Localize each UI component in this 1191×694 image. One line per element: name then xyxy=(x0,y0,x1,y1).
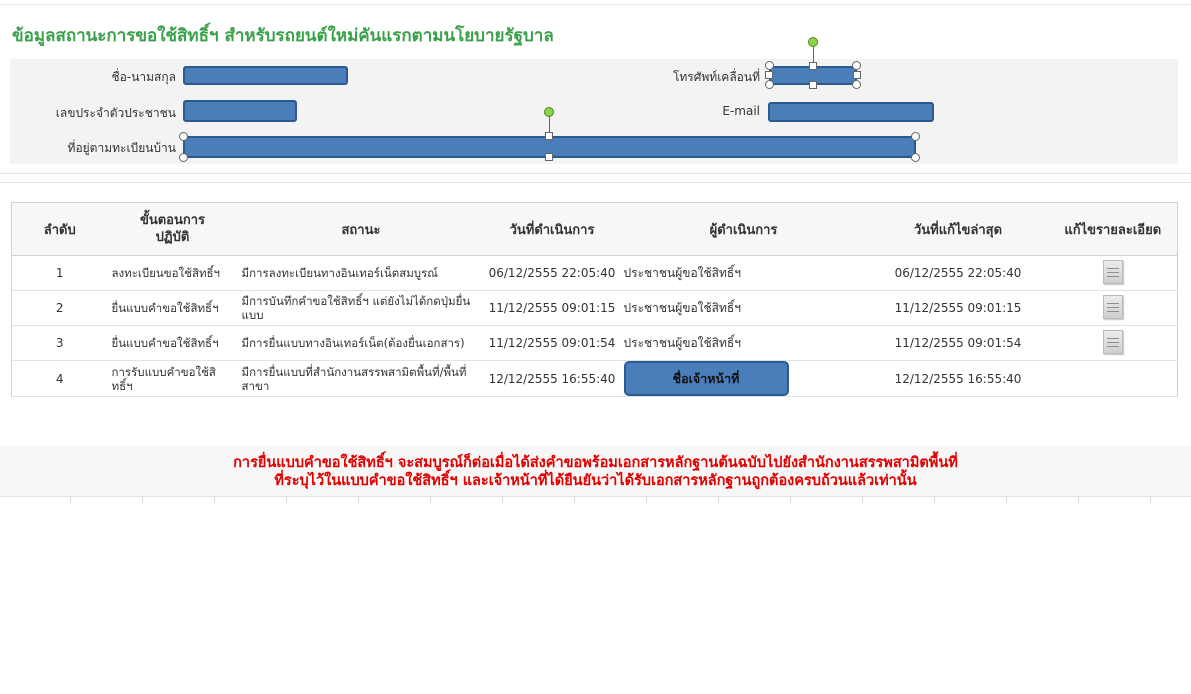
row-step: การรับแบบคำขอใช้สิทธิ์ฯ xyxy=(107,360,238,397)
row-last-edit: 11/12/2555 09:01:54 xyxy=(867,325,1049,361)
grid-line xyxy=(0,173,1191,174)
resize-handle-icon[interactable] xyxy=(852,61,861,70)
resize-handle-icon[interactable] xyxy=(765,61,774,70)
id-number-field[interactable] xyxy=(183,100,297,122)
header-step-text: ขั้นตอนการปฏิบัติ xyxy=(139,213,206,245)
grid-line xyxy=(0,496,1191,497)
header-date: วันที่ดำเนินการ xyxy=(484,202,620,256)
table-row: 2 ยื่นแบบคำขอใช้สิทธิ์ฯ มีการบันทึกคำขอใ… xyxy=(11,290,1178,326)
grid-tick xyxy=(1150,497,1151,503)
row-no: 4 xyxy=(11,360,108,397)
grid-tick xyxy=(142,497,143,503)
document-icon[interactable] xyxy=(1102,259,1123,284)
email-label: E-mail xyxy=(722,104,760,118)
grid-tick xyxy=(718,497,719,503)
grid-tick xyxy=(358,497,359,503)
header-step: ขั้นตอนการปฏิบัติ xyxy=(107,202,238,256)
row-status: มีการยื่นแบบทางอินเทอร์เน็ต(ต้องยื่นเอกส… xyxy=(237,325,485,361)
resize-handle-icon[interactable] xyxy=(179,153,188,162)
row-operator: ประชาชนผู้ขอใช้สิทธิ์ฯ xyxy=(619,290,868,326)
resize-handle-icon[interactable] xyxy=(765,80,774,89)
page-title: ข้อมูลสถานะการขอใช้สิทธิ์ฯ สำหรับรถยนต์ใ… xyxy=(12,26,554,46)
grid-tick xyxy=(646,497,647,503)
row-last-edit: 06/12/2555 22:05:40 xyxy=(867,255,1049,291)
resize-handle-icon[interactable] xyxy=(765,71,773,79)
grid-line xyxy=(0,4,1191,5)
row-date: 11/12/2555 09:01:15 xyxy=(484,290,620,326)
rotation-handle-icon[interactable] xyxy=(808,37,818,47)
header-operator: ผู้ดำเนินการ xyxy=(619,202,868,256)
grid-tick xyxy=(934,497,935,503)
rotation-handle-icon[interactable] xyxy=(544,107,554,117)
grid-tick xyxy=(502,497,503,503)
grid-tick xyxy=(790,497,791,503)
row-edit-cell xyxy=(1048,290,1178,326)
document-icon[interactable] xyxy=(1102,329,1123,354)
row-step: ยื่นแบบคำขอใช้สิทธิ์ฯ xyxy=(107,290,238,326)
header-last-edit: วันที่แก้ไขล่าสุด xyxy=(867,202,1049,256)
resize-handle-icon[interactable] xyxy=(545,153,553,161)
resize-handle-icon[interactable] xyxy=(853,71,861,79)
grid-tick xyxy=(1078,497,1079,503)
resize-handle-icon[interactable] xyxy=(852,80,861,89)
row-date: 06/12/2555 22:05:40 xyxy=(484,255,620,291)
grid-tick xyxy=(574,497,575,503)
row-no: 2 xyxy=(11,290,108,326)
table-header-row: ลำดับ ขั้นตอนการปฏิบัติ สถานะ วันที่ดำเน… xyxy=(11,202,1178,256)
officer-name-button[interactable]: ชื่อเจ้าหน้าที่ xyxy=(623,361,789,396)
row-operator-cell: ชื่อเจ้าหน้าที่ xyxy=(619,360,868,397)
header-edit-detail: แก้ไขรายละเอียด xyxy=(1048,202,1178,256)
row-operator: ประชาชนผู้ขอใช้สิทธิ์ฯ xyxy=(619,255,868,291)
row-edit-cell xyxy=(1048,325,1178,361)
grid-tick xyxy=(430,497,431,503)
table-row: 4 การรับแบบคำขอใช้สิทธิ์ฯ มีการยื่นแบบที… xyxy=(11,360,1178,397)
header-status: สถานะ xyxy=(237,202,485,256)
row-edit-cell xyxy=(1048,255,1178,291)
grid-tick xyxy=(862,497,863,503)
email-field[interactable] xyxy=(768,102,934,122)
row-status: มีการบันทึกคำขอใช้สิทธิ์ฯ แต่ยังไม่ได้กด… xyxy=(237,290,485,326)
id-number-label: เลขประจำตัวประชาชน xyxy=(55,106,176,120)
row-status: มีการยื่นแบบที่สำนักงานสรรพสามิตพื้นที่/… xyxy=(237,360,485,397)
resize-handle-icon[interactable] xyxy=(179,132,188,141)
grid-tick xyxy=(286,497,287,503)
table-row: 3 ยื่นแบบคำขอใช้สิทธิ์ฯ มีการยื่นแบบทางอ… xyxy=(11,325,1178,361)
row-last-edit: 11/12/2555 09:01:15 xyxy=(867,290,1049,326)
name-label: ชื่อ-นามสกุล xyxy=(111,70,176,84)
grid-line xyxy=(0,182,1191,183)
mobile-label: โทรศัพท์เคลื่อนที่ xyxy=(672,70,760,84)
row-step: ยื่นแบบคำขอใช้สิทธิ์ฯ xyxy=(107,325,238,361)
notice-box: การยื่นแบบคำขอใช้สิทธิ์ฯ จะสมบูรณ์ก็ต่อเ… xyxy=(0,446,1191,496)
row-date: 11/12/2555 09:01:54 xyxy=(484,325,620,361)
resize-handle-icon[interactable] xyxy=(911,132,920,141)
name-field[interactable] xyxy=(183,66,348,85)
resize-handle-icon[interactable] xyxy=(911,153,920,162)
header-no: ลำดับ xyxy=(11,202,108,256)
resize-handle-icon[interactable] xyxy=(545,132,553,140)
row-step: ลงทะเบียนขอใช้สิทธิ์ฯ xyxy=(107,255,238,291)
row-no: 3 xyxy=(11,325,108,361)
row-last-edit: 12/12/2555 16:55:40 xyxy=(867,360,1049,397)
row-edit-cell xyxy=(1048,360,1178,397)
grid-tick xyxy=(70,497,71,503)
grid-tick xyxy=(1006,497,1007,503)
row-operator: ประชาชนผู้ขอใช้สิทธิ์ฯ xyxy=(619,325,868,361)
resize-handle-icon[interactable] xyxy=(809,81,817,89)
resize-handle-icon[interactable] xyxy=(809,62,817,70)
row-status: มีการลงทะเบียนทางอินเทอร์เน็ตสมบูรณ์ xyxy=(237,255,485,291)
address-label: ที่อยู่ตามทะเบียนบ้าน xyxy=(67,141,176,155)
status-table: ลำดับ ขั้นตอนการปฏิบัติ สถานะ วันที่ดำเน… xyxy=(11,202,1178,397)
notice-line-2: ที่ระบุไว้ในแบบคำขอใช้สิทธิ์ฯ และเจ้าหน้… xyxy=(274,473,917,489)
grid-tick xyxy=(214,497,215,503)
table-row: 1 ลงทะเบียนขอใช้สิทธิ์ฯ มีการลงทะเบียนทา… xyxy=(11,255,1178,291)
document-icon[interactable] xyxy=(1102,294,1123,319)
notice-line-1: การยื่นแบบคำขอใช้สิทธิ์ฯ จะสมบูรณ์ก็ต่อเ… xyxy=(233,455,958,471)
row-date: 12/12/2555 16:55:40 xyxy=(484,360,620,397)
row-no: 1 xyxy=(11,255,108,291)
